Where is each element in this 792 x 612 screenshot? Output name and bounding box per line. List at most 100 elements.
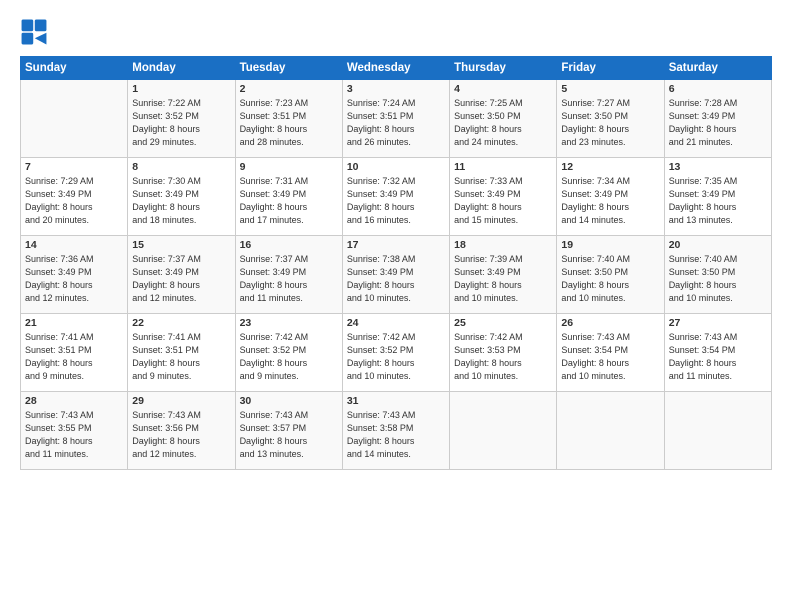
day-cell — [664, 392, 771, 470]
day-info: Sunrise: 7:32 AM Sunset: 3:49 PM Dayligh… — [347, 175, 445, 227]
day-cell — [557, 392, 664, 470]
day-cell: 31Sunrise: 7:43 AM Sunset: 3:58 PM Dayli… — [342, 392, 449, 470]
day-info: Sunrise: 7:22 AM Sunset: 3:52 PM Dayligh… — [132, 97, 230, 149]
logo — [20, 18, 52, 46]
day-cell: 20Sunrise: 7:40 AM Sunset: 3:50 PM Dayli… — [664, 236, 771, 314]
day-cell: 26 Sunrise: 7:43 AM Sunset: 3:54 PM Dayli… — [557, 314, 664, 392]
header-row: SundayMondayTuesdayWednesdayThursdayFrid… — [21, 57, 772, 80]
calendar-table: SundayMondayTuesdayWednesdayThursdayFrid… — [20, 56, 772, 470]
day-info: Sunrise: 7:37 AM Sunset: 3:49 PM Dayligh… — [132, 253, 230, 305]
day-cell: 9 Sunrise: 7:31 AM Sunset: 3:49 PM Daylig… — [235, 158, 342, 236]
day-number: 16 — [240, 239, 338, 251]
week-row-3: 14 Sunrise: 7:36 AM Sunset: 3:49 PM Dayli… — [21, 236, 772, 314]
day-number: 5 — [561, 83, 659, 95]
day-number: 21 — [25, 317, 123, 329]
day-info: Sunrise: 7:43 AM Sunset: 3:55 PM Dayligh… — [25, 409, 123, 461]
day-info: Sunrise: 7:30 AM Sunset: 3:49 PM Dayligh… — [132, 175, 230, 227]
day-number: 1 — [132, 83, 230, 95]
day-number: 29 — [132, 395, 230, 407]
day-cell: 21 Sunrise: 7:41 AM Sunset: 3:51 PM Dayli… — [21, 314, 128, 392]
day-number: 17 — [347, 239, 445, 251]
day-cell: 17 Sunrise: 7:38 AM Sunset: 3:49 PM Dayli… — [342, 236, 449, 314]
day-cell: 22 Sunrise: 7:41 AM Sunset: 3:51 PM Dayli… — [128, 314, 235, 392]
day-cell: 25 Sunrise: 7:42 AM Sunset: 3:53 PM Dayli… — [450, 314, 557, 392]
day-cell: 23 Sunrise: 7:42 AM Sunset: 3:52 PM Dayli… — [235, 314, 342, 392]
day-info: Sunrise: 7:43 AM Sunset: 3:58 PM Dayligh… — [347, 409, 445, 461]
day-number: 27 — [669, 317, 767, 329]
day-cell: 15 Sunrise: 7:37 AM Sunset: 3:49 PM Dayli… — [128, 236, 235, 314]
day-cell: 12 Sunrise: 7:34 AM Sunset: 3:49 PM Dayli… — [557, 158, 664, 236]
day-cell: 14 Sunrise: 7:36 AM Sunset: 3:49 PM Dayli… — [21, 236, 128, 314]
day-info: Sunrise: 7:42 AM Sunset: 3:53 PM Dayligh… — [454, 331, 552, 383]
day-number: 30 — [240, 395, 338, 407]
day-cell: 1 Sunrise: 7:22 AM Sunset: 3:52 PM Daylig… — [128, 80, 235, 158]
day-cell: 10 Sunrise: 7:32 AM Sunset: 3:49 PM Dayli… — [342, 158, 449, 236]
day-cell: 11 Sunrise: 7:33 AM Sunset: 3:49 PM Dayli… — [450, 158, 557, 236]
day-info: Sunrise: 7:36 AM Sunset: 3:49 PM Dayligh… — [25, 253, 123, 305]
col-header-tuesday: Tuesday — [235, 57, 342, 80]
day-cell: 2Sunrise: 7:23 AM Sunset: 3:51 PM Daylig… — [235, 80, 342, 158]
day-info: Sunrise: 7:41 AM Sunset: 3:51 PM Dayligh… — [25, 331, 123, 383]
day-info: Sunrise: 7:27 AM Sunset: 3:50 PM Dayligh… — [561, 97, 659, 149]
day-info: Sunrise: 7:42 AM Sunset: 3:52 PM Dayligh… — [240, 331, 338, 383]
day-info: Sunrise: 7:35 AM Sunset: 3:49 PM Dayligh… — [669, 175, 767, 227]
day-number: 13 — [669, 161, 767, 173]
day-cell — [21, 80, 128, 158]
day-info: Sunrise: 7:43 AM Sunset: 3:57 PM Dayligh… — [240, 409, 338, 461]
day-number: 9 — [240, 161, 338, 173]
week-row-5: 28 Sunrise: 7:43 AM Sunset: 3:55 PM Dayli… — [21, 392, 772, 470]
col-header-sunday: Sunday — [21, 57, 128, 80]
day-cell: 3 Sunrise: 7:24 AM Sunset: 3:51 PM Daylig… — [342, 80, 449, 158]
day-number: 12 — [561, 161, 659, 173]
day-cell: 4 Sunrise: 7:25 AM Sunset: 3:50 PM Daylig… — [450, 80, 557, 158]
day-cell: 30 Sunrise: 7:43 AM Sunset: 3:57 PM Dayli… — [235, 392, 342, 470]
day-info: Sunrise: 7:40 AM Sunset: 3:50 PM Dayligh… — [669, 253, 767, 305]
day-number: 6 — [669, 83, 767, 95]
day-cell: 6Sunrise: 7:28 AM Sunset: 3:49 PM Daylig… — [664, 80, 771, 158]
day-cell: 19Sunrise: 7:40 AM Sunset: 3:50 PM Dayli… — [557, 236, 664, 314]
day-number: 26 — [561, 317, 659, 329]
day-info: Sunrise: 7:38 AM Sunset: 3:49 PM Dayligh… — [347, 253, 445, 305]
day-number: 11 — [454, 161, 552, 173]
day-info: Sunrise: 7:34 AM Sunset: 3:49 PM Dayligh… — [561, 175, 659, 227]
day-number: 25 — [454, 317, 552, 329]
day-cell: 7Sunrise: 7:29 AM Sunset: 3:49 PM Daylig… — [21, 158, 128, 236]
day-info: Sunrise: 7:39 AM Sunset: 3:49 PM Dayligh… — [454, 253, 552, 305]
day-number: 8 — [132, 161, 230, 173]
day-info: Sunrise: 7:37 AM Sunset: 3:49 PM Dayligh… — [240, 253, 338, 305]
day-cell: 5 Sunrise: 7:27 AM Sunset: 3:50 PM Daylig… — [557, 80, 664, 158]
day-number: 23 — [240, 317, 338, 329]
day-number: 3 — [347, 83, 445, 95]
day-info: Sunrise: 7:31 AM Sunset: 3:49 PM Dayligh… — [240, 175, 338, 227]
day-info: Sunrise: 7:43 AM Sunset: 3:54 PM Dayligh… — [561, 331, 659, 383]
day-cell: 18Sunrise: 7:39 AM Sunset: 3:49 PM Dayli… — [450, 236, 557, 314]
day-number: 4 — [454, 83, 552, 95]
col-header-wednesday: Wednesday — [342, 57, 449, 80]
day-cell: 28 Sunrise: 7:43 AM Sunset: 3:55 PM Dayli… — [21, 392, 128, 470]
day-info: Sunrise: 7:41 AM Sunset: 3:51 PM Dayligh… — [132, 331, 230, 383]
day-number: 28 — [25, 395, 123, 407]
day-number: 24 — [347, 317, 445, 329]
week-row-4: 21 Sunrise: 7:41 AM Sunset: 3:51 PM Dayli… — [21, 314, 772, 392]
header — [20, 18, 772, 46]
day-info: Sunrise: 7:24 AM Sunset: 3:51 PM Dayligh… — [347, 97, 445, 149]
day-cell: 24 Sunrise: 7:42 AM Sunset: 3:52 PM Dayli… — [342, 314, 449, 392]
day-number: 22 — [132, 317, 230, 329]
day-number: 10 — [347, 161, 445, 173]
day-info: Sunrise: 7:42 AM Sunset: 3:52 PM Dayligh… — [347, 331, 445, 383]
col-header-thursday: Thursday — [450, 57, 557, 80]
day-number: 14 — [25, 239, 123, 251]
day-cell — [450, 392, 557, 470]
day-number: 15 — [132, 239, 230, 251]
day-cell: 27Sunrise: 7:43 AM Sunset: 3:54 PM Dayli… — [664, 314, 771, 392]
day-info: Sunrise: 7:23 AM Sunset: 3:51 PM Dayligh… — [240, 97, 338, 149]
page: SundayMondayTuesdayWednesdayThursdayFrid… — [0, 0, 792, 612]
day-info: Sunrise: 7:33 AM Sunset: 3:49 PM Dayligh… — [454, 175, 552, 227]
day-cell: 13 Sunrise: 7:35 AM Sunset: 3:49 PM Dayli… — [664, 158, 771, 236]
day-info: Sunrise: 7:25 AM Sunset: 3:50 PM Dayligh… — [454, 97, 552, 149]
col-header-friday: Friday — [557, 57, 664, 80]
logo-icon — [20, 18, 48, 46]
day-info: Sunrise: 7:43 AM Sunset: 3:56 PM Dayligh… — [132, 409, 230, 461]
day-number: 19 — [561, 239, 659, 251]
week-row-2: 7Sunrise: 7:29 AM Sunset: 3:49 PM Daylig… — [21, 158, 772, 236]
